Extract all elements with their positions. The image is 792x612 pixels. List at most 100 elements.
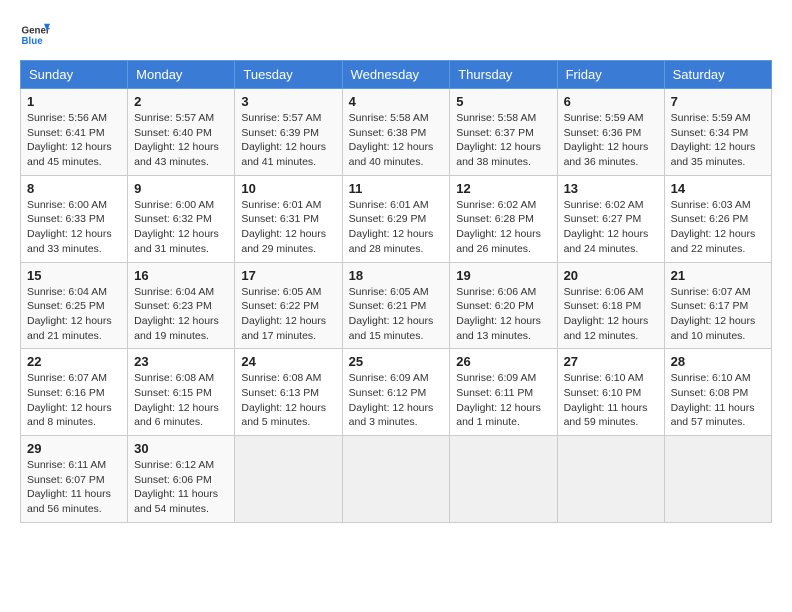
day-number: 10 bbox=[241, 181, 335, 196]
day-info: Sunrise: 6:02 AMSunset: 6:28 PMDaylight:… bbox=[456, 198, 550, 257]
calendar-cell: 28 Sunrise: 6:10 AMSunset: 6:08 PMDayligh… bbox=[664, 349, 771, 436]
calendar-cell: 4 Sunrise: 5:58 AMSunset: 6:38 PMDaylight… bbox=[342, 89, 450, 176]
day-info: Sunrise: 6:03 AMSunset: 6:26 PMDaylight:… bbox=[671, 198, 765, 257]
calendar-cell: 12 Sunrise: 6:02 AMSunset: 6:28 PMDayligh… bbox=[450, 175, 557, 262]
day-info: Sunrise: 5:58 AMSunset: 6:37 PMDaylight:… bbox=[456, 111, 550, 170]
day-info: Sunrise: 5:58 AMSunset: 6:38 PMDaylight:… bbox=[349, 111, 444, 170]
day-info: Sunrise: 6:00 AMSunset: 6:32 PMDaylight:… bbox=[134, 198, 228, 257]
day-info: Sunrise: 5:57 AMSunset: 6:40 PMDaylight:… bbox=[134, 111, 228, 170]
calendar-cell: 10 Sunrise: 6:01 AMSunset: 6:31 PMDayligh… bbox=[235, 175, 342, 262]
calendar-cell: 18Sunrise: 6:05 AMSunset: 6:21 PMDayligh… bbox=[342, 262, 450, 349]
day-info: Sunrise: 6:09 AMSunset: 6:11 PMDaylight:… bbox=[456, 371, 550, 430]
day-info: Sunrise: 6:05 AMSunset: 6:22 PMDaylight:… bbox=[241, 285, 335, 344]
day-number: 19 bbox=[456, 268, 550, 283]
day-number: 21 bbox=[671, 268, 765, 283]
day-info: Sunrise: 6:06 AMSunset: 6:18 PMDaylight:… bbox=[564, 285, 658, 344]
calendar-cell: 15 Sunrise: 6:04 AMSunset: 6:25 PMDayligh… bbox=[21, 262, 128, 349]
day-number: 23 bbox=[134, 354, 228, 369]
calendar-week-row: 8Sunrise: 6:00 AMSunset: 6:33 PMDaylight… bbox=[21, 175, 772, 262]
calendar-week-row: 29 Sunrise: 6:11 AMSunset: 6:07 PMDayligh… bbox=[21, 436, 772, 523]
calendar-week-row: 15 Sunrise: 6:04 AMSunset: 6:25 PMDayligh… bbox=[21, 262, 772, 349]
day-info: Sunrise: 6:01 AMSunset: 6:31 PMDaylight:… bbox=[241, 198, 335, 257]
day-info: Sunrise: 6:05 AMSunset: 6:21 PMDaylight:… bbox=[349, 285, 444, 344]
day-header-friday: Friday bbox=[557, 61, 664, 89]
logo-icon: General Blue bbox=[20, 20, 50, 50]
calendar-week-row: 22 Sunrise: 6:07 AMSunset: 6:16 PMDayligh… bbox=[21, 349, 772, 436]
day-info: Sunrise: 6:08 AMSunset: 6:13 PMDaylight:… bbox=[241, 371, 335, 430]
day-info: Sunrise: 6:04 AMSunset: 6:25 PMDaylight:… bbox=[27, 285, 121, 344]
calendar-body: 1Sunrise: 5:56 AMSunset: 6:41 PMDaylight… bbox=[21, 89, 772, 523]
day-number: 9 bbox=[134, 181, 228, 196]
calendar-cell: 16Sunrise: 6:04 AMSunset: 6:23 PMDayligh… bbox=[128, 262, 235, 349]
calendar-header-row: SundayMondayTuesdayWednesdayThursdayFrid… bbox=[21, 61, 772, 89]
day-info: Sunrise: 5:57 AMSunset: 6:39 PMDaylight:… bbox=[241, 111, 335, 170]
day-info: Sunrise: 6:02 AMSunset: 6:27 PMDaylight:… bbox=[564, 198, 658, 257]
day-info: Sunrise: 5:59 AMSunset: 6:36 PMDaylight:… bbox=[564, 111, 658, 170]
calendar-cell: 23Sunrise: 6:08 AMSunset: 6:15 PMDayligh… bbox=[128, 349, 235, 436]
day-number: 28 bbox=[671, 354, 765, 369]
logo: General Blue bbox=[20, 20, 50, 50]
day-number: 16 bbox=[134, 268, 228, 283]
day-info: Sunrise: 6:11 AMSunset: 6:07 PMDaylight:… bbox=[27, 458, 121, 517]
calendar-cell: 1Sunrise: 5:56 AMSunset: 6:41 PMDaylight… bbox=[21, 89, 128, 176]
day-number: 3 bbox=[241, 94, 335, 109]
day-number: 27 bbox=[564, 354, 658, 369]
svg-text:Blue: Blue bbox=[22, 36, 44, 47]
day-number: 6 bbox=[564, 94, 658, 109]
calendar-cell: 29 Sunrise: 6:11 AMSunset: 6:07 PMDayligh… bbox=[21, 436, 128, 523]
calendar-cell: 9 Sunrise: 6:00 AMSunset: 6:32 PMDaylight… bbox=[128, 175, 235, 262]
calendar-cell bbox=[557, 436, 664, 523]
day-number: 2 bbox=[134, 94, 228, 109]
day-number: 20 bbox=[564, 268, 658, 283]
calendar-cell: 11 Sunrise: 6:01 AMSunset: 6:29 PMDayligh… bbox=[342, 175, 450, 262]
calendar-cell: 7 Sunrise: 5:59 AMSunset: 6:34 PMDaylight… bbox=[664, 89, 771, 176]
day-info: Sunrise: 6:09 AMSunset: 6:12 PMDaylight:… bbox=[349, 371, 444, 430]
day-header-tuesday: Tuesday bbox=[235, 61, 342, 89]
calendar-week-row: 1Sunrise: 5:56 AMSunset: 6:41 PMDaylight… bbox=[21, 89, 772, 176]
day-number: 29 bbox=[27, 441, 121, 456]
calendar-cell: 6 Sunrise: 5:59 AMSunset: 6:36 PMDaylight… bbox=[557, 89, 664, 176]
calendar-cell: 30Sunrise: 6:12 AMSunset: 6:06 PMDayligh… bbox=[128, 436, 235, 523]
calendar-cell: 24 Sunrise: 6:08 AMSunset: 6:13 PMDayligh… bbox=[235, 349, 342, 436]
day-number: 15 bbox=[27, 268, 121, 283]
day-header-wednesday: Wednesday bbox=[342, 61, 450, 89]
calendar-cell: 19 Sunrise: 6:06 AMSunset: 6:20 PMDayligh… bbox=[450, 262, 557, 349]
day-number: 5 bbox=[456, 94, 550, 109]
calendar-cell: 8Sunrise: 6:00 AMSunset: 6:33 PMDaylight… bbox=[21, 175, 128, 262]
calendar-cell: 3 Sunrise: 5:57 AMSunset: 6:39 PMDaylight… bbox=[235, 89, 342, 176]
day-info: Sunrise: 6:06 AMSunset: 6:20 PMDaylight:… bbox=[456, 285, 550, 344]
day-number: 14 bbox=[671, 181, 765, 196]
calendar-cell bbox=[342, 436, 450, 523]
calendar-cell bbox=[235, 436, 342, 523]
calendar-cell: 21Sunrise: 6:07 AMSunset: 6:17 PMDayligh… bbox=[664, 262, 771, 349]
day-number: 4 bbox=[349, 94, 444, 109]
calendar-cell: 25 Sunrise: 6:09 AMSunset: 6:12 PMDayligh… bbox=[342, 349, 450, 436]
calendar-cell bbox=[664, 436, 771, 523]
day-info: Sunrise: 6:07 AMSunset: 6:16 PMDaylight:… bbox=[27, 371, 121, 430]
day-header-saturday: Saturday bbox=[664, 61, 771, 89]
day-number: 25 bbox=[349, 354, 444, 369]
day-header-thursday: Thursday bbox=[450, 61, 557, 89]
calendar-cell: 14 Sunrise: 6:03 AMSunset: 6:26 PMDayligh… bbox=[664, 175, 771, 262]
day-number: 11 bbox=[349, 181, 444, 196]
day-header-monday: Monday bbox=[128, 61, 235, 89]
calendar-cell: 5 Sunrise: 5:58 AMSunset: 6:37 PMDaylight… bbox=[450, 89, 557, 176]
calendar-cell: 27Sunrise: 6:10 AMSunset: 6:10 PMDayligh… bbox=[557, 349, 664, 436]
day-number: 12 bbox=[456, 181, 550, 196]
calendar-cell bbox=[450, 436, 557, 523]
calendar-cell: 22 Sunrise: 6:07 AMSunset: 6:16 PMDayligh… bbox=[21, 349, 128, 436]
day-info: Sunrise: 5:59 AMSunset: 6:34 PMDaylight:… bbox=[671, 111, 765, 170]
day-number: 24 bbox=[241, 354, 335, 369]
calendar-cell: 17Sunrise: 6:05 AMSunset: 6:22 PMDayligh… bbox=[235, 262, 342, 349]
day-info: Sunrise: 5:56 AMSunset: 6:41 PMDaylight:… bbox=[27, 111, 121, 170]
page-header: General Blue bbox=[20, 20, 772, 50]
calendar-table: SundayMondayTuesdayWednesdayThursdayFrid… bbox=[20, 60, 772, 523]
calendar-cell: 20 Sunrise: 6:06 AMSunset: 6:18 PMDayligh… bbox=[557, 262, 664, 349]
calendar-cell: 26Sunrise: 6:09 AMSunset: 6:11 PMDayligh… bbox=[450, 349, 557, 436]
day-info: Sunrise: 6:10 AMSunset: 6:08 PMDaylight:… bbox=[671, 371, 765, 430]
day-info: Sunrise: 6:01 AMSunset: 6:29 PMDaylight:… bbox=[349, 198, 444, 257]
day-number: 7 bbox=[671, 94, 765, 109]
calendar-cell: 13Sunrise: 6:02 AMSunset: 6:27 PMDayligh… bbox=[557, 175, 664, 262]
day-header-sunday: Sunday bbox=[21, 61, 128, 89]
day-number: 22 bbox=[27, 354, 121, 369]
